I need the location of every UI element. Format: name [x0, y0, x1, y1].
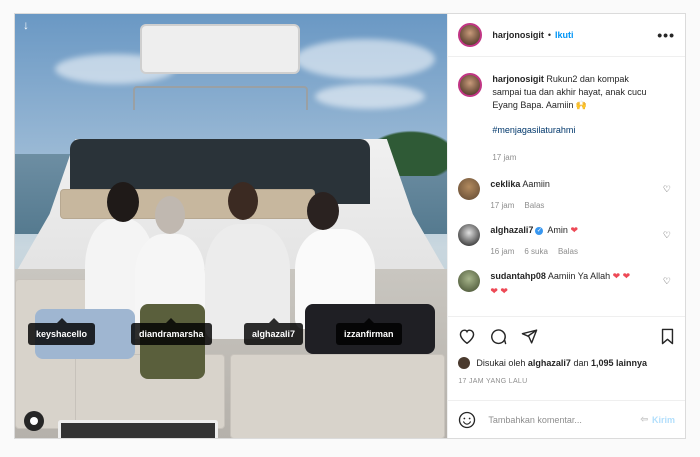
- photo-tag[interactable]: keyshacello: [28, 318, 96, 345]
- reply-link[interactable]: Balas: [524, 199, 544, 212]
- person-head: [307, 192, 339, 230]
- commenter-avatar[interactable]: [458, 270, 481, 292]
- post-header: harjonosigit • Ikuti •••: [448, 14, 685, 57]
- save-bookmark-icon[interactable]: [660, 328, 675, 345]
- verified-badge-icon: ✓: [535, 226, 544, 235]
- commenter-avatar[interactable]: [458, 178, 481, 200]
- comment-username[interactable]: sudantahp08: [490, 271, 546, 281]
- action-icons: [458, 325, 675, 347]
- photo-tag[interactable]: diandramarsha: [131, 318, 212, 345]
- photo-bottom-edge: [58, 420, 218, 438]
- send-comment-button[interactable]: ⇦ Kirim: [640, 414, 675, 425]
- comment-meta: 17 jam Balas: [490, 199, 659, 212]
- send-label: Kirim: [651, 414, 675, 425]
- comment-text: Amin: [547, 225, 568, 235]
- caption-body: harjonosigit Rukun2 dan kompak sampai tu…: [492, 73, 675, 164]
- red-heart-emoji: ❤ ❤: [612, 271, 631, 281]
- comment-text: Aamiin Ya Allah: [547, 271, 611, 281]
- comment-time: 17 jam: [490, 201, 515, 210]
- person-head: [107, 182, 139, 222]
- comment-body: ceklika Aamiin 17 jam Balas: [490, 178, 675, 212]
- photo-cloud: [295, 39, 435, 79]
- comment-username[interactable]: alghazali7: [490, 225, 533, 235]
- photo-tag[interactable]: alghazali7: [244, 318, 304, 345]
- comment-meta: 16 jam 6 suka Balas: [490, 245, 659, 258]
- likes-count[interactable]: 1,095 lainnya: [591, 358, 647, 368]
- comment-composer: Tambahkan komentar... ⇦ Kirim: [448, 400, 685, 438]
- author-username[interactable]: harjonosigit: [492, 30, 544, 40]
- comments-list: harjonosigit Rukun2 dan kompak sampai tu…: [448, 57, 685, 316]
- commenter-avatar[interactable]: [458, 224, 481, 246]
- reply-link[interactable]: Balas: [558, 245, 578, 258]
- liker-avatar[interactable]: [458, 357, 471, 369]
- deck-cushion: [230, 354, 445, 438]
- caption-hashtag[interactable]: #menjagasilaturahmi: [492, 124, 659, 137]
- deck-backrest: [60, 189, 315, 219]
- like-heart-icon[interactable]: [458, 328, 476, 344]
- comment-body: alghazali7 ✓ Amin ❤ 16 jam 6 suka Balas: [490, 224, 675, 258]
- photo-cloud: [315, 84, 425, 109]
- emoji-smiley-icon[interactable]: [458, 411, 476, 429]
- likes-prefix: Disukai oleh: [476, 358, 526, 368]
- separator-dot: •: [547, 30, 552, 40]
- share-plane-icon[interactable]: [521, 328, 538, 345]
- like-comment-heart-icon[interactable]: ♡: [663, 276, 671, 287]
- author-avatar[interactable]: [458, 23, 483, 47]
- person-head: [155, 196, 185, 234]
- photo-tag[interactable]: izzanfirman: [336, 318, 402, 345]
- caption-avatar[interactable]: [458, 73, 483, 97]
- likes-summary: Disukai oleh alghazali7 dan 1,095 lainny…: [458, 357, 675, 369]
- comment-input[interactable]: Tambahkan komentar...: [488, 415, 640, 425]
- comment-likes[interactable]: 6 suka: [524, 245, 548, 258]
- post-side-panel: harjonosigit • Ikuti ••• harjonosigit Ru…: [447, 14, 685, 438]
- yacht-roof: [140, 24, 300, 74]
- comment-text: Aamiin: [522, 179, 550, 189]
- person-head: [228, 182, 258, 220]
- download-arrow-icon[interactable]: ↓: [19, 18, 33, 32]
- follow-button[interactable]: Ikuti: [555, 30, 574, 40]
- red-heart-emoji: ❤: [570, 225, 578, 235]
- comment-time: 16 jam: [490, 247, 515, 256]
- caption-meta: 17 jam: [492, 151, 659, 164]
- comment-username[interactable]: ceklika: [490, 179, 520, 189]
- likes-middle: dan: [573, 358, 589, 368]
- post-photo[interactable]: ↓ keyshacello diandramarsha alghazali7 i…: [15, 14, 448, 438]
- like-comment-heart-icon[interactable]: ♡: [663, 184, 671, 195]
- caption: harjonosigit Rukun2 dan kompak sampai tu…: [458, 73, 675, 164]
- tagged-users-icon[interactable]: [24, 411, 44, 431]
- red-heart-emoji: ❤ ❤: [490, 286, 508, 296]
- instagram-post: ↓ keyshacello diandramarsha alghazali7 i…: [14, 13, 686, 439]
- comment-bubble-icon[interactable]: [490, 328, 507, 345]
- more-options-icon[interactable]: •••: [657, 28, 675, 42]
- caption-time: 17 jam: [492, 153, 517, 162]
- comment-item: ceklika Aamiin 17 jam Balas ♡: [458, 178, 675, 212]
- caption-username[interactable]: harjonosigit: [492, 74, 544, 84]
- like-comment-heart-icon[interactable]: ♡: [663, 230, 671, 241]
- comment-item: sudantahp08 Aamiin Ya Allah ❤ ❤ ❤ ❤ ♡: [458, 270, 675, 298]
- comment-item: alghazali7 ✓ Amin ❤ 16 jam 6 suka Balas ♡: [458, 224, 675, 258]
- post-actions: Disukai oleh alghazali7 dan 1,095 lainny…: [448, 316, 685, 400]
- likes-user[interactable]: alghazali7: [528, 358, 571, 368]
- post-timestamp: 17 JAM YANG LALU: [458, 378, 528, 385]
- comment-body: sudantahp08 Aamiin Ya Allah ❤ ❤ ❤ ❤: [490, 270, 675, 298]
- yacht-rail: [133, 86, 308, 110]
- send-arrow-icon: ⇦: [640, 414, 648, 424]
